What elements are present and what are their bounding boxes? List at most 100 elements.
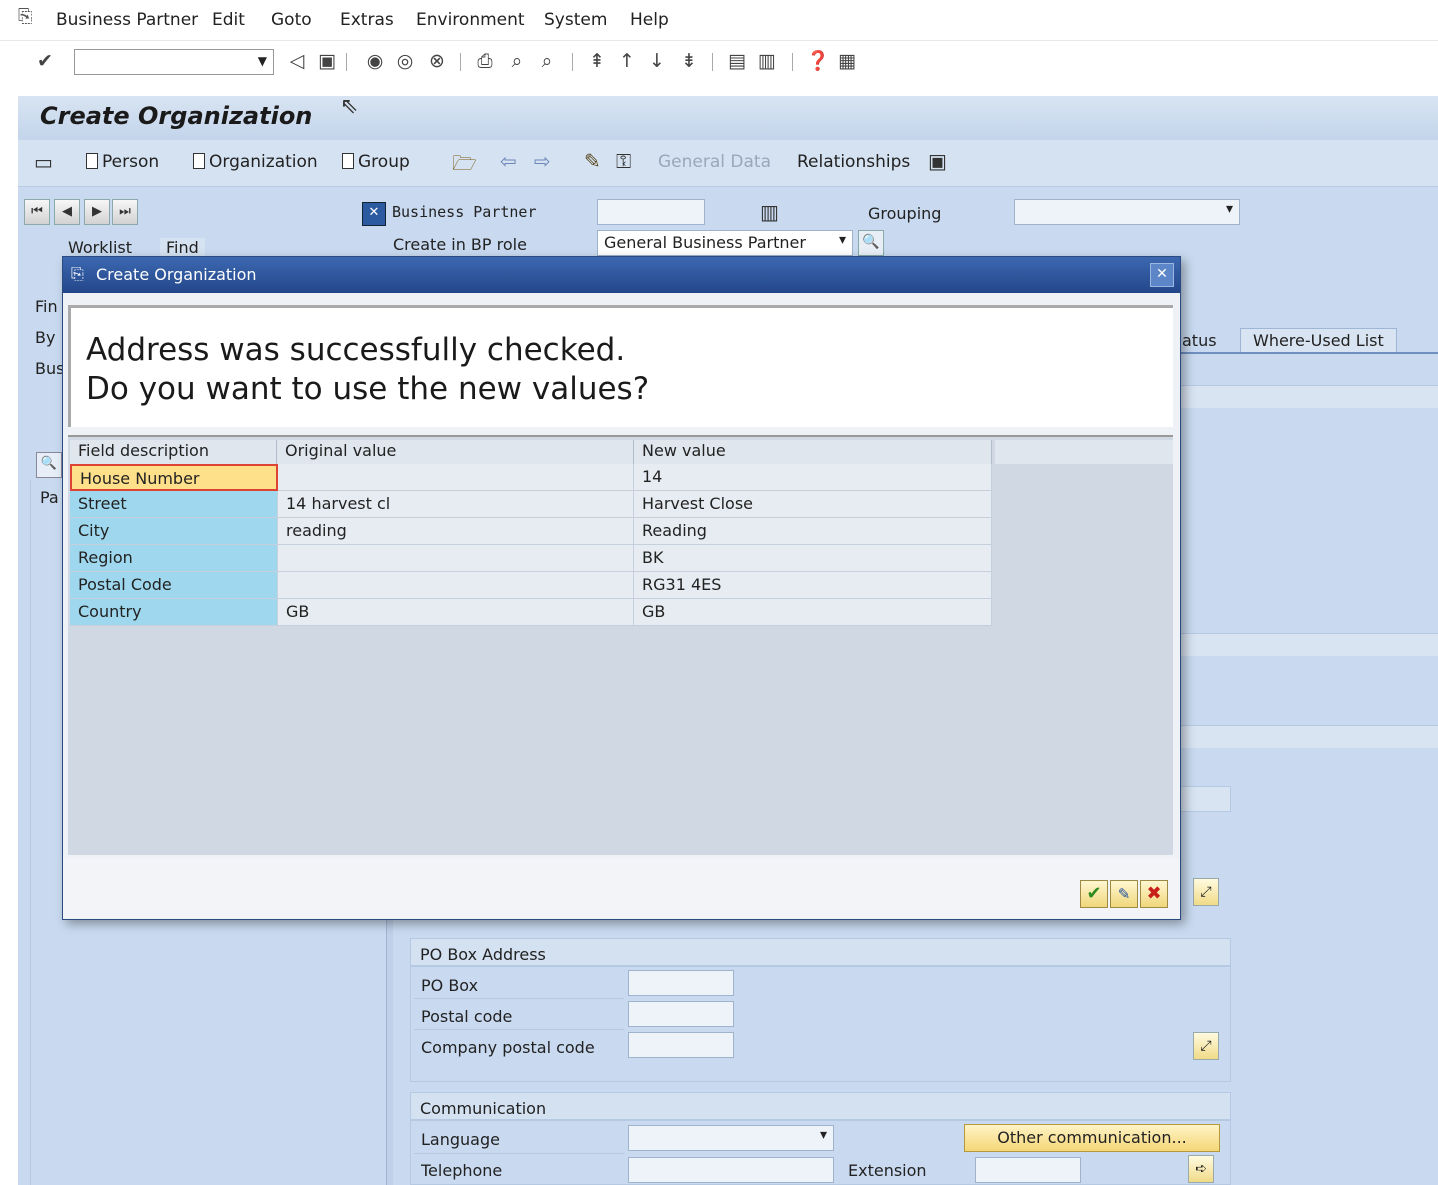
enter-icon[interactable]: ✔	[34, 50, 56, 72]
save-icon[interactable]: ▣	[316, 50, 338, 72]
menu-business-partner[interactable]: Business Partner	[56, 10, 198, 30]
menu-environment[interactable]: Environment	[416, 10, 525, 30]
table-row-original[interactable]	[278, 464, 634, 491]
table-row-new[interactable]: RG31 4ES	[634, 572, 992, 599]
confirm-icon[interactable]: ✔	[1080, 880, 1108, 908]
cancel-icon[interactable]: ✖	[1140, 880, 1168, 908]
table-row-original[interactable]	[278, 572, 634, 599]
person-button[interactable]: Person	[86, 152, 159, 172]
table-row-original[interactable]: reading	[278, 518, 634, 545]
command-field[interactable]: ▼	[74, 49, 274, 75]
next-record-button[interactable]: ▶	[84, 199, 110, 225]
table-row-field[interactable]: City	[70, 518, 278, 545]
tab-worklist[interactable]: Worklist	[68, 238, 132, 257]
next-page-icon[interactable]: ↓	[646, 50, 668, 72]
other-communication-button[interactable]: Other communication...	[964, 1124, 1220, 1152]
previous-arrow-icon[interactable]: ⇦	[500, 149, 517, 173]
edit-icon[interactable]: ✎	[1110, 880, 1138, 908]
lock-switch-icon[interactable]: ⚿	[616, 149, 631, 173]
organization-button[interactable]: Organization	[193, 152, 318, 172]
table-row-field[interactable]: Street	[70, 491, 278, 518]
last-page-icon[interactable]: ⇟	[678, 50, 700, 72]
center-divider	[386, 920, 393, 1185]
grouping-select[interactable]	[1014, 199, 1240, 225]
edit-display-icon[interactable]: ✎	[584, 149, 601, 173]
menu-goto[interactable]: Goto	[271, 10, 312, 30]
menu-bar: ⎘ Business Partner Edit Goto Extras Envi…	[0, 0, 1438, 40]
relationships-button[interactable]: Relationships	[797, 152, 910, 172]
company-postal-code-field[interactable]	[628, 1032, 734, 1058]
table-row-new[interactable]: Harvest Close	[634, 491, 992, 518]
previous-record-button[interactable]: ◀	[54, 199, 80, 225]
row-divider	[414, 998, 624, 999]
table-row-field[interactable]: House Number	[70, 464, 278, 491]
menu-exit-icon[interactable]: ⎘	[18, 6, 32, 27]
menu-extras[interactable]: Extras	[340, 10, 394, 30]
bp-role-select[interactable]: General Business Partner	[597, 230, 853, 256]
po-postal-code-field[interactable]	[628, 1001, 734, 1027]
column-header-field-description[interactable]: Field description	[70, 440, 277, 464]
create-session-icon[interactable]: ▤	[726, 50, 748, 72]
po-box-field[interactable]	[628, 970, 734, 996]
previous-page-icon[interactable]: ↑	[616, 50, 638, 72]
last-record-button[interactable]: ⏭	[112, 199, 138, 225]
table-row-new[interactable]: 14	[634, 464, 992, 491]
next-arrow-icon[interactable]: ⇨	[534, 149, 551, 173]
table-row-original[interactable]	[278, 545, 634, 572]
search-icon[interactable]: 🔍	[36, 452, 62, 478]
toolbar-separator	[460, 53, 461, 71]
general-data-button[interactable]: General Data	[658, 152, 771, 172]
business-partner-field[interactable]	[597, 199, 705, 225]
dialog-title-bar: ⎘ Create Organization	[63, 257, 1180, 293]
cancel-icon[interactable]: ⊗	[426, 50, 448, 72]
table-row-field[interactable]: Postal Code	[70, 572, 278, 599]
column-header-new-value[interactable]: New value	[634, 440, 992, 464]
person-button-label: Person	[102, 152, 160, 172]
group-button[interactable]: Group	[342, 152, 410, 172]
table-row-original[interactable]: 14 harvest cl	[278, 491, 634, 518]
table-row-new[interactable]: GB	[634, 599, 992, 626]
open-folder-icon[interactable]: 🗁	[452, 149, 477, 183]
mouse-cursor-icon: ⇖	[340, 94, 359, 119]
po-box-more-icon[interactable]: ⤢	[1193, 1032, 1219, 1060]
find-next-icon[interactable]: ⌕	[536, 50, 558, 72]
menu-edit[interactable]: Edit	[212, 10, 245, 30]
role-details-icon[interactable]: 🔍	[858, 230, 884, 256]
extension-field[interactable]	[975, 1157, 1081, 1183]
tab-where-used-list[interactable]: Where-Used List	[1240, 328, 1397, 352]
left-label-pa: Pa	[40, 488, 59, 507]
chevron-down-icon[interactable]: ▼	[258, 54, 267, 68]
first-page-icon[interactable]: ⇞	[586, 50, 608, 72]
address-more-icon[interactable]: ⤢	[1193, 878, 1219, 906]
language-label: Language	[421, 1130, 500, 1149]
telephone-field[interactable]	[628, 1157, 834, 1183]
tab-find[interactable]: Find	[160, 238, 205, 257]
back-nav-icon[interactable]: ◉	[364, 50, 386, 72]
exit-icon[interactable]: ◎	[394, 50, 416, 72]
communication-arrow-icon[interactable]: ➪	[1188, 1155, 1214, 1183]
language-select[interactable]	[628, 1125, 834, 1151]
tab-status[interactable]: atus	[1182, 331, 1217, 350]
display-icon[interactable]: ▥	[760, 200, 779, 224]
back-icon[interactable]: ◁	[286, 50, 308, 72]
services-icon[interactable]: ▣	[928, 149, 947, 173]
menu-system[interactable]: System	[544, 10, 607, 30]
po-box-group	[410, 966, 1231, 1082]
worklist-toggle-icon[interactable]: ▭	[34, 150, 53, 174]
print-icon[interactable]: ⎙	[474, 50, 496, 72]
comparison-table-right-band	[995, 440, 1173, 464]
find-icon[interactable]: ⌕	[506, 50, 528, 72]
table-row-field[interactable]: Country	[70, 599, 278, 626]
table-row-new[interactable]: Reading	[634, 518, 992, 545]
table-row-original[interactable]: GB	[278, 599, 634, 626]
column-header-original-value[interactable]: Original value	[277, 440, 634, 464]
close-icon[interactable]: ✕	[1150, 263, 1174, 287]
menu-help[interactable]: Help	[630, 10, 669, 30]
help-icon[interactable]: ❓	[806, 50, 830, 72]
shortcut-icon[interactable]: ▥	[756, 50, 778, 72]
customize-layout-icon[interactable]: ▦	[836, 50, 858, 72]
table-row-new[interactable]: BK	[634, 545, 992, 572]
first-record-button[interactable]: ⏮	[24, 199, 50, 225]
po-box-group-header: PO Box Address	[410, 938, 1231, 966]
table-row-field[interactable]: Region	[70, 545, 278, 572]
